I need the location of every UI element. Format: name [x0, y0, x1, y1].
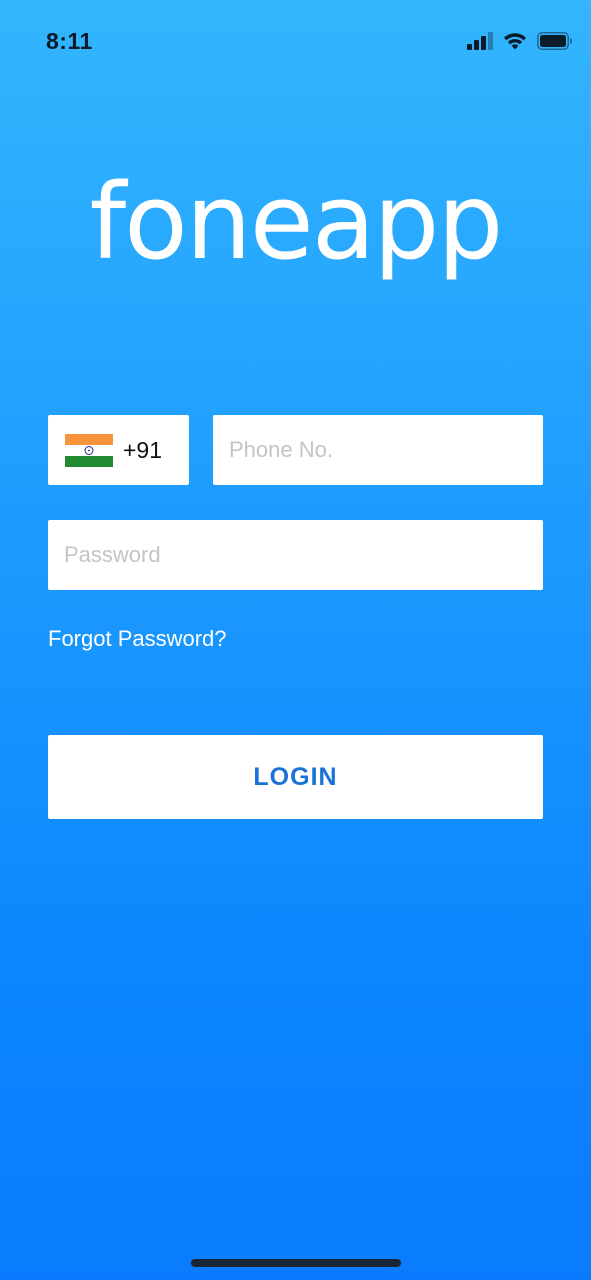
app-logo: foneapp	[89, 161, 504, 283]
status-icons	[467, 32, 573, 55]
battery-icon	[537, 32, 573, 55]
wifi-icon	[503, 32, 527, 55]
home-indicator	[191, 1259, 401, 1267]
cellular-signal-icon	[467, 32, 493, 55]
india-flag-icon	[65, 433, 113, 467]
status-bar: 8:11	[0, 0, 591, 88]
forgot-password-link[interactable]: Forgot Password?	[48, 626, 227, 652]
country-code-label: +91	[123, 436, 163, 463]
phone-number-input[interactable]	[213, 415, 543, 485]
password-field-container	[48, 520, 543, 590]
login-screen: 8:11 foneapp +91 Phone No. Forgot Passwo…	[0, 0, 591, 1280]
phone-field-container	[213, 415, 543, 485]
status-time: 8:11	[46, 28, 93, 54]
login-button[interactable]: LOGIN	[48, 735, 543, 819]
password-input[interactable]	[48, 520, 543, 590]
country-code-selector[interactable]: +91	[48, 415, 189, 485]
